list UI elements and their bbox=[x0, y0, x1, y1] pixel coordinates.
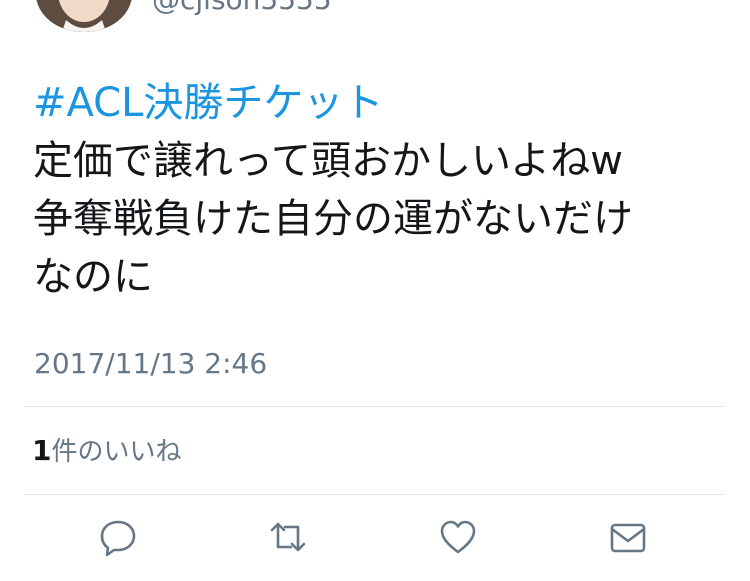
retweet-button[interactable] bbox=[265, 514, 311, 560]
reply-button[interactable] bbox=[95, 514, 141, 560]
tweet-text: #ACL決勝チケット 定価で譲れって頭おかしいよねw 争奪戦負けた自分の運がない… bbox=[33, 74, 723, 306]
tweet-line-2: 争奪戦負けた自分の運がないだけ bbox=[33, 196, 633, 242]
divider-bottom bbox=[24, 494, 725, 495]
likes-summary[interactable]: 1件のいいね bbox=[32, 434, 182, 469]
tweet-line-1: 定価で譲れって頭おかしいよねw bbox=[33, 138, 623, 184]
like-icon bbox=[440, 520, 476, 554]
likes-count: 1 bbox=[32, 434, 52, 467]
avatar[interactable] bbox=[36, 0, 132, 32]
divider-top bbox=[24, 406, 725, 407]
tweet-timestamp[interactable]: 2017/11/13 2:46 bbox=[34, 346, 267, 382]
reply-icon bbox=[100, 520, 136, 557]
like-button[interactable] bbox=[435, 514, 481, 560]
message-icon bbox=[610, 523, 646, 553]
tweet-line-3: なのに bbox=[33, 254, 153, 300]
message-button[interactable] bbox=[605, 514, 651, 560]
author-handle[interactable]: @cjison5555 bbox=[152, 0, 332, 16]
retweet-icon bbox=[270, 522, 306, 552]
avatar-image bbox=[36, 0, 132, 32]
likes-label: 件のいいね bbox=[51, 437, 182, 467]
hashtag-link[interactable]: #ACL決勝チケット bbox=[33, 74, 723, 132]
